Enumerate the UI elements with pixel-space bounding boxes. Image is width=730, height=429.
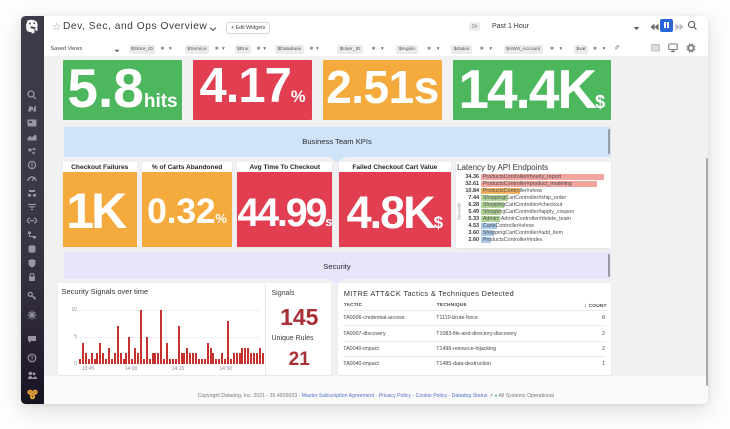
svg-text:?: ? xyxy=(30,356,34,362)
